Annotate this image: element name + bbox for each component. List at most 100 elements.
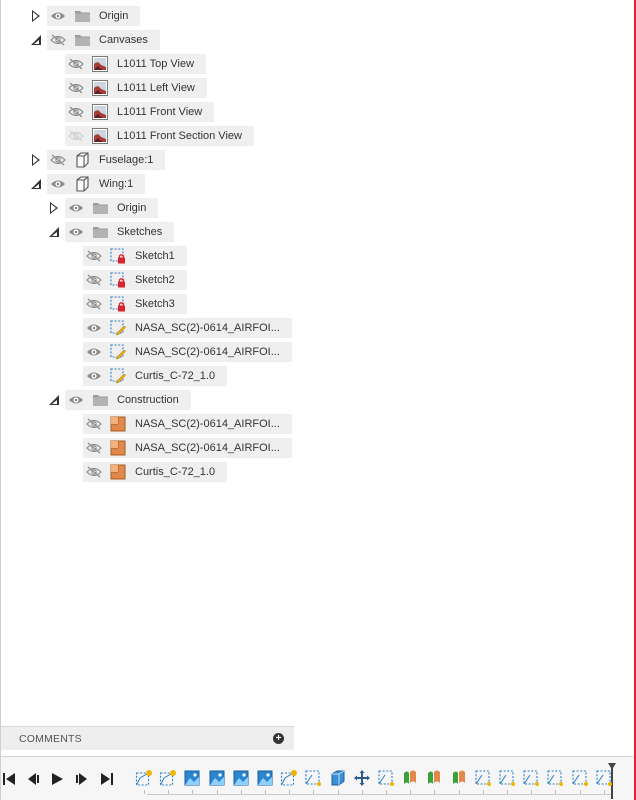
browser-row[interactable]: Origin xyxy=(47,198,159,218)
browser-row[interactable]: NASA_SC(2)-0614_AIRFOI... xyxy=(83,414,292,434)
browser-row[interactable]: Curtis_C-72_1.0 xyxy=(83,462,228,482)
browser-node[interactable]: Canvases xyxy=(47,30,160,50)
browser-node[interactable]: NASA_SC(2)-0614_AIRFOI... xyxy=(83,318,292,338)
canvas-feature-icon[interactable] xyxy=(232,769,250,787)
eye-hidden-icon[interactable] xyxy=(83,414,105,434)
browser-row[interactable]: L1011 Front Section View xyxy=(65,126,254,146)
browser-row[interactable]: Sketches xyxy=(47,222,175,242)
eye-hidden-icon[interactable] xyxy=(83,438,105,458)
move-feature-icon[interactable] xyxy=(353,769,371,787)
browser-node[interactable]: NASA_SC(2)-0614_AIRFOI... xyxy=(83,414,292,434)
canvas-feature-icon[interactable] xyxy=(208,769,226,787)
collapse-arrow-icon[interactable] xyxy=(47,222,61,242)
browser-node[interactable]: Curtis_C-72_1.0 xyxy=(83,462,228,482)
browser-node[interactable]: Construction xyxy=(65,390,191,410)
expand-arrow-icon[interactable] xyxy=(29,150,43,170)
step-back-icon[interactable] xyxy=(25,771,41,787)
browser-row[interactable]: Sketch2 xyxy=(83,270,187,290)
sketch-feature-icon[interactable] xyxy=(159,769,177,787)
browser-node[interactable]: NASA_SC(2)-0614_AIRFOI... xyxy=(83,438,292,458)
browser-node[interactable]: Sketch3 xyxy=(83,294,187,314)
sketch-select-icon[interactable] xyxy=(304,769,322,787)
skip-to-start-icon[interactable] xyxy=(1,771,17,787)
eye-icon[interactable] xyxy=(47,174,69,194)
skip-to-end-icon[interactable] xyxy=(99,771,115,787)
browser-node[interactable]: Fuselage:1 xyxy=(47,150,166,170)
loft-feature-icon[interactable] xyxy=(425,769,443,787)
collapse-arrow-icon[interactable] xyxy=(29,30,43,50)
step-forward-icon[interactable] xyxy=(74,771,90,787)
browser-row[interactable]: Construction xyxy=(47,390,191,410)
sketch-select-icon[interactable] xyxy=(595,769,613,787)
browser-row[interactable]: L1011 Front View xyxy=(65,102,215,122)
browser-node[interactable]: Sketch1 xyxy=(83,246,187,266)
play-icon[interactable] xyxy=(49,771,65,787)
browser-node[interactable]: L1011 Front Section View xyxy=(65,126,254,146)
collapse-arrow-icon[interactable] xyxy=(47,390,61,410)
eye-icon[interactable] xyxy=(65,222,87,242)
construction-plane-icon xyxy=(109,462,127,482)
eye-icon[interactable] xyxy=(83,366,105,386)
eye-hidden-icon[interactable] xyxy=(65,126,87,146)
eye-icon[interactable] xyxy=(83,318,105,338)
collapse-arrow-icon[interactable] xyxy=(29,174,43,194)
loft-feature-icon[interactable] xyxy=(401,769,419,787)
sketch-select-icon[interactable] xyxy=(474,769,492,787)
eye-icon[interactable] xyxy=(65,198,87,218)
browser-row[interactable]: Curtis_C-72_1.0 xyxy=(83,366,228,386)
eye-icon[interactable] xyxy=(65,390,87,410)
browser-row[interactable]: Wing:1 xyxy=(29,174,146,194)
eye-icon[interactable] xyxy=(47,6,69,26)
sketch-select-icon[interactable] xyxy=(522,769,540,787)
construction-plane-icon xyxy=(109,414,127,434)
sketch-select-icon[interactable] xyxy=(377,769,395,787)
component-feature-icon[interactable] xyxy=(329,769,347,787)
canvas-feature-icon[interactable] xyxy=(256,769,274,787)
eye-hidden-icon[interactable] xyxy=(83,246,105,266)
plus-circle-icon[interactable]: + xyxy=(273,733,284,744)
expand-arrow-icon[interactable] xyxy=(29,6,43,26)
eye-hidden-icon[interactable] xyxy=(65,54,87,74)
browser-row[interactable]: NASA_SC(2)-0614_AIRFOI... xyxy=(83,318,292,338)
browser-node[interactable]: L1011 Top View xyxy=(65,54,207,74)
browser-node[interactable]: L1011 Front View xyxy=(65,102,215,122)
canvas-feature-icon[interactable] xyxy=(183,769,201,787)
loft-feature-icon[interactable] xyxy=(450,769,468,787)
browser-node[interactable]: NASA_SC(2)-0614_AIRFOI... xyxy=(83,342,292,362)
timeline-track[interactable] xyxy=(147,794,611,795)
browser-row[interactable]: NASA_SC(2)-0614_AIRFOI... xyxy=(83,342,292,362)
sketch-select-icon[interactable] xyxy=(546,769,564,787)
sketch-select-icon[interactable] xyxy=(571,769,589,787)
canvas-image-icon xyxy=(91,102,109,122)
browser-node-label: Fuselage:1 xyxy=(99,154,154,166)
browser-row[interactable]: Origin xyxy=(29,6,141,26)
browser-node[interactable]: Sketch2 xyxy=(83,270,187,290)
browser-row[interactable]: Sketch1 xyxy=(83,246,187,266)
browser-node[interactable]: Origin xyxy=(65,198,159,218)
sketch-feature-icon[interactable] xyxy=(280,769,298,787)
browser-row[interactable]: L1011 Left View xyxy=(65,78,207,98)
browser-node[interactable]: Origin xyxy=(47,6,141,26)
eye-hidden-icon[interactable] xyxy=(83,462,105,482)
browser-row[interactable]: Canvases xyxy=(29,30,160,50)
browser-node[interactable]: Curtis_C-72_1.0 xyxy=(83,366,228,386)
browser-row[interactable]: Sketch3 xyxy=(83,294,187,314)
eye-hidden-icon[interactable] xyxy=(65,78,87,98)
eye-hidden-icon[interactable] xyxy=(65,102,87,122)
eye-icon[interactable] xyxy=(83,342,105,362)
browser-node[interactable]: L1011 Left View xyxy=(65,78,207,98)
eye-hidden-icon[interactable] xyxy=(47,30,69,50)
expand-arrow-icon[interactable] xyxy=(47,198,61,218)
browser-node[interactable]: Wing:1 xyxy=(47,174,146,194)
eye-hidden-icon[interactable] xyxy=(47,150,69,170)
eye-hidden-icon[interactable] xyxy=(83,270,105,290)
sketch-select-icon[interactable] xyxy=(498,769,516,787)
browser-node[interactable]: Sketches xyxy=(65,222,175,242)
browser-row[interactable]: NASA_SC(2)-0614_AIRFOI... xyxy=(83,438,292,458)
eye-hidden-icon[interactable] xyxy=(83,294,105,314)
comments-panel[interactable]: COMMENTS + xyxy=(1,726,294,750)
browser-row[interactable]: Fuselage:1 xyxy=(29,150,166,170)
sketch-locked-icon xyxy=(109,270,127,290)
browser-row[interactable]: L1011 Top View xyxy=(65,54,207,74)
sketch-feature-icon[interactable] xyxy=(135,769,153,787)
